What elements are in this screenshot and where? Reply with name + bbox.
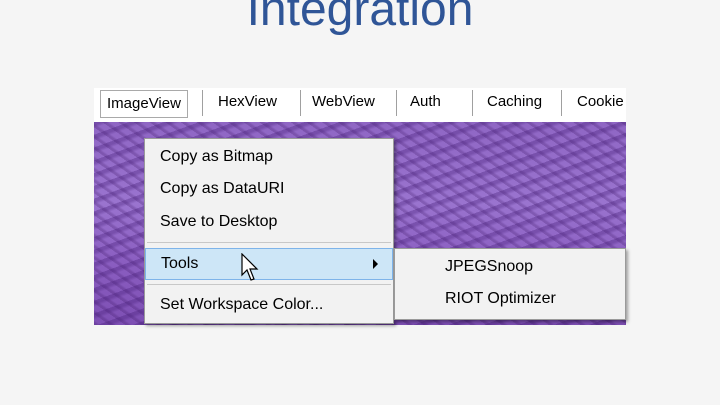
tab-auth[interactable]: Auth [410, 88, 441, 118]
tab-imageview[interactable]: ImageView [100, 90, 188, 118]
menu-item-label: Set Workspace Color... [160, 296, 324, 313]
tab-caching[interactable]: Caching [487, 88, 542, 118]
submenu-item-label: JPEGSnoop [445, 258, 534, 275]
tools-submenu: JPEGSnoop RIOT Optimizer [394, 248, 626, 320]
context-menu: Copy as Bitmap Copy as DataURI Save to D… [144, 138, 394, 324]
tab-separator [300, 90, 301, 116]
menu-item-label: Save to Desktop [160, 213, 278, 230]
tab-separator [561, 90, 562, 116]
tab-separator [202, 90, 203, 116]
menu-item-copy-datauri[interactable]: Copy as DataURI [145, 174, 393, 204]
slide-title: Integration [246, 0, 474, 36]
submenu-item-riot[interactable]: RIOT Optimizer [395, 284, 625, 314]
tab-bar: ImageView HexView WebView Auth Caching C… [94, 88, 626, 122]
menu-item-label: Copy as DataURI [160, 180, 285, 197]
submenu-item-jpegsnoop[interactable]: JPEGSnoop [395, 252, 625, 282]
tab-webview[interactable]: WebView [312, 88, 375, 118]
menu-item-label: Copy as Bitmap [160, 148, 273, 165]
arrow-cursor-icon [241, 253, 259, 281]
tab-separator [472, 90, 473, 116]
menu-separator [147, 284, 391, 285]
menu-item-label: Tools [161, 255, 199, 272]
menu-item-tools[interactable]: Tools [145, 248, 393, 280]
tab-separator [396, 90, 397, 116]
menu-separator [147, 242, 391, 243]
submenu-item-label: RIOT Optimizer [445, 290, 556, 307]
submenu-arrow-icon [373, 259, 378, 269]
tab-hexview[interactable]: HexView [218, 88, 277, 118]
menu-item-copy-bitmap[interactable]: Copy as Bitmap [145, 142, 393, 172]
tab-cookies[interactable]: Cookie [577, 88, 624, 118]
menu-item-workspace-color[interactable]: Set Workspace Color... [145, 290, 393, 320]
menu-item-save-desktop[interactable]: Save to Desktop [145, 207, 393, 237]
